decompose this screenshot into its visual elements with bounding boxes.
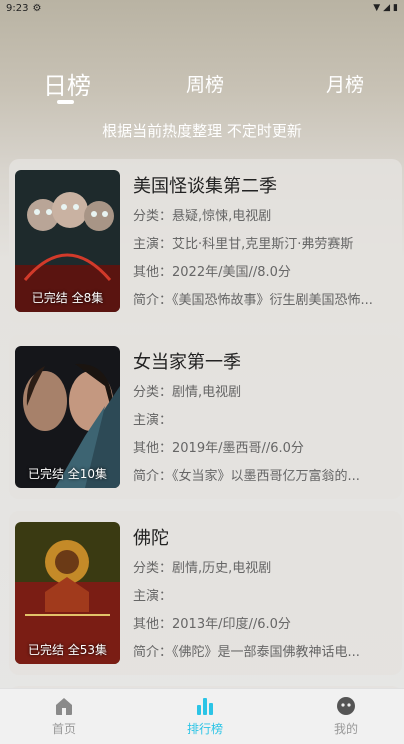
episode-badge: 已完结 全10集 xyxy=(27,467,108,481)
poster-image[interactable]: 已完结 全53集 xyxy=(15,522,120,664)
item-other: 其他：2022年/美国//8.0分 xyxy=(133,265,291,280)
bar-chart-icon xyxy=(197,698,213,715)
battery-icon: ▮ xyxy=(393,3,398,13)
status-time: 9:23 xyxy=(6,2,29,14)
tab-month[interactable]: 月榜 xyxy=(320,70,370,97)
tab-day[interactable]: 日榜 xyxy=(40,66,94,101)
poster-image[interactable]: 已完结 全8集 xyxy=(15,170,120,312)
item-title: 佛陀 xyxy=(133,528,169,549)
home-icon xyxy=(56,698,72,715)
poster-image[interactable]: 已完结 全10集 xyxy=(15,346,120,488)
nav-rank-label: 排行榜 xyxy=(186,722,223,736)
item-cast: 主演： xyxy=(133,589,173,604)
tab-indicator xyxy=(57,100,74,104)
settings-icon: ⚙ xyxy=(32,2,42,14)
item-title: 女当家第一季 xyxy=(133,352,241,373)
list-item[interactable]: 已完结 全53集 佛陀 分类：剧情,历史,电视剧 主演： 其他：2013年/印度… xyxy=(9,511,402,675)
status-bar: 9:23 ⚙ ▼ ◢ ▮ xyxy=(0,0,404,16)
nav-home-label: 首页 xyxy=(51,722,76,736)
nav-home[interactable]: 首页 xyxy=(34,695,94,737)
list-item[interactable]: 已完结 全10集 女当家第一季 分类：剧情,电视剧 主演： 其他：2019年/墨… xyxy=(9,335,402,499)
item-genre: 分类：剧情,电视剧 xyxy=(133,385,242,400)
item-cast: 主演：艾比·科里甘,克里斯汀·弗劳赛斯 xyxy=(133,237,354,252)
item-title: 美国怪谈集第二季 xyxy=(133,176,277,197)
nav-mine-label: 我的 xyxy=(333,722,358,736)
item-other: 其他：2019年/墨西哥//6.0分 xyxy=(133,441,304,456)
item-intro: 简介：《美国恐怖故事》衍生剧美国恐怖... xyxy=(133,293,373,308)
item-intro: 简介：《佛陀》是一部泰国佛教神话电... xyxy=(133,645,360,660)
item-other: 其他：2013年/印度//6.0分 xyxy=(133,617,291,632)
rank-tabs: 日榜 周榜 月榜 xyxy=(0,64,404,108)
episode-badge: 已完结 全53集 xyxy=(27,643,108,657)
item-intro: 简介：《女当家》以墨西哥亿万富翁的... xyxy=(133,469,360,484)
item-genre: 分类：悬疑,惊悚,电视剧 xyxy=(133,209,272,224)
nav-rank[interactable]: 排行榜 xyxy=(175,695,235,737)
signal-icon: ◢ xyxy=(383,3,391,13)
rank-subtitle: 根据当前热度整理 不定时更新 xyxy=(102,122,302,140)
item-genre: 分类：剧情,历史,电视剧 xyxy=(133,561,272,576)
tab-week[interactable]: 周榜 xyxy=(180,70,230,97)
item-cast: 主演： xyxy=(133,413,173,428)
list-item[interactable]: 已完结 全8集 美国怪谈集第二季 分类：悬疑,惊悚,电视剧 主演：艾比·科里甘,… xyxy=(9,159,402,323)
bottom-nav: 首页 排行榜 我的 xyxy=(0,688,404,744)
nav-mine[interactable]: 我的 xyxy=(316,695,376,737)
wifi-icon: ▼ xyxy=(373,3,381,13)
episode-badge: 已完结 全8集 xyxy=(31,291,104,305)
profile-icon xyxy=(337,697,355,715)
